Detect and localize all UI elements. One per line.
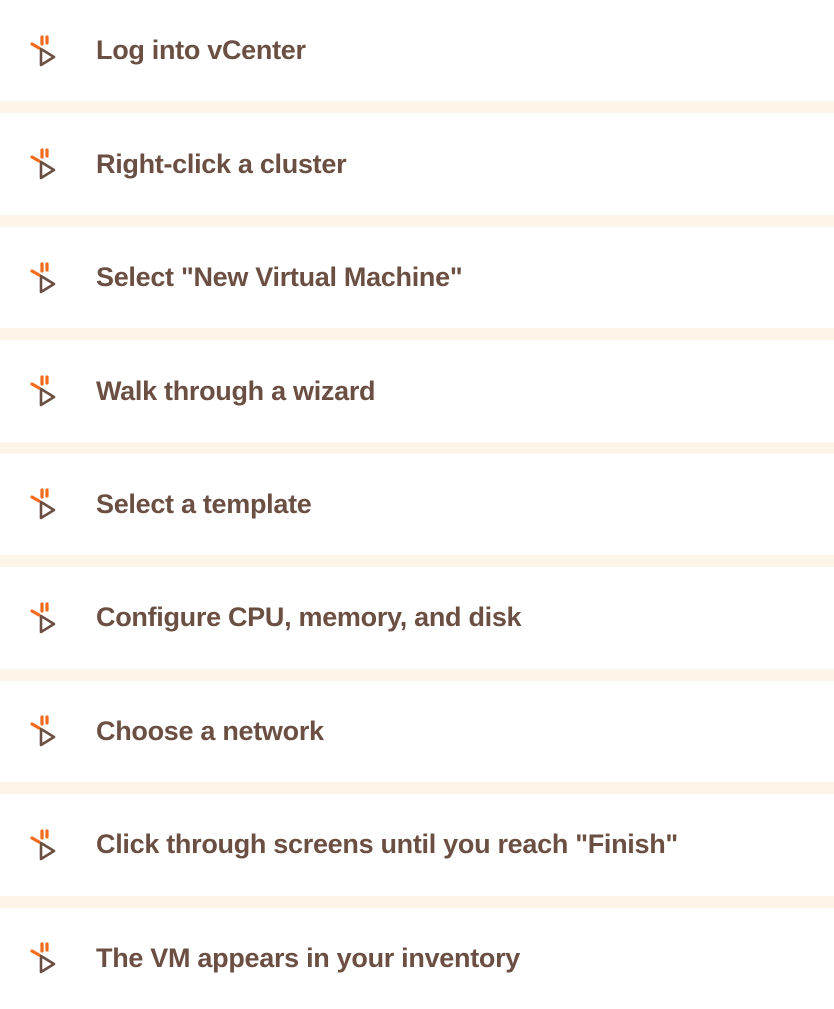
step-item: The VM appears in your inventory: [0, 907, 834, 1009]
click-cursor-icon: [24, 484, 64, 524]
click-cursor-icon-graphic: [30, 35, 56, 67]
click-cursor-icon: [24, 938, 64, 978]
step-item: Right-click a cluster: [0, 113, 834, 215]
step-item: Select "New Virtual Machine": [0, 226, 834, 329]
click-cursor-icon: [24, 711, 64, 751]
step-label: Choose a network: [96, 715, 324, 746]
step-label: Select a template: [96, 488, 312, 519]
step-label: Log into vCenter: [96, 35, 306, 66]
click-cursor-icon: [24, 31, 64, 71]
click-cursor-icon: [24, 371, 64, 411]
click-cursor-icon: [24, 144, 64, 184]
click-cursor-icon: [24, 598, 64, 638]
step-item: Select a template: [0, 453, 834, 556]
click-cursor-icon-graphic: [30, 829, 56, 861]
step-label: The VM appears in your inventory: [96, 942, 520, 973]
step-list: Log into vCenter Right-click a cluster S…: [0, 0, 834, 1009]
step-item: Choose a network: [0, 680, 834, 783]
click-cursor-icon-graphic: [30, 602, 56, 634]
step-item: Click through screens until you reach "F…: [0, 794, 834, 896]
step-label: Right-click a cluster: [96, 148, 347, 179]
step-item: Log into vCenter: [0, 0, 834, 102]
step-item: Walk through a wizard: [0, 340, 834, 442]
click-cursor-icon-graphic: [30, 942, 56, 974]
click-cursor-icon-graphic: [30, 261, 56, 293]
step-label: Click through screens until you reach "F…: [96, 829, 678, 860]
step-label: Select "New Virtual Machine": [96, 262, 463, 293]
click-cursor-icon: [24, 825, 64, 865]
click-cursor-icon-graphic: [30, 488, 56, 520]
click-cursor-icon-graphic: [30, 715, 56, 747]
click-cursor-icon-graphic: [30, 148, 56, 180]
click-cursor-icon-graphic: [30, 375, 56, 407]
step-item: Configure CPU, memory, and disk: [0, 567, 834, 669]
click-cursor-icon: [24, 258, 64, 298]
step-label: Configure CPU, memory, and disk: [96, 602, 522, 633]
step-label: Walk through a wizard: [96, 375, 376, 406]
